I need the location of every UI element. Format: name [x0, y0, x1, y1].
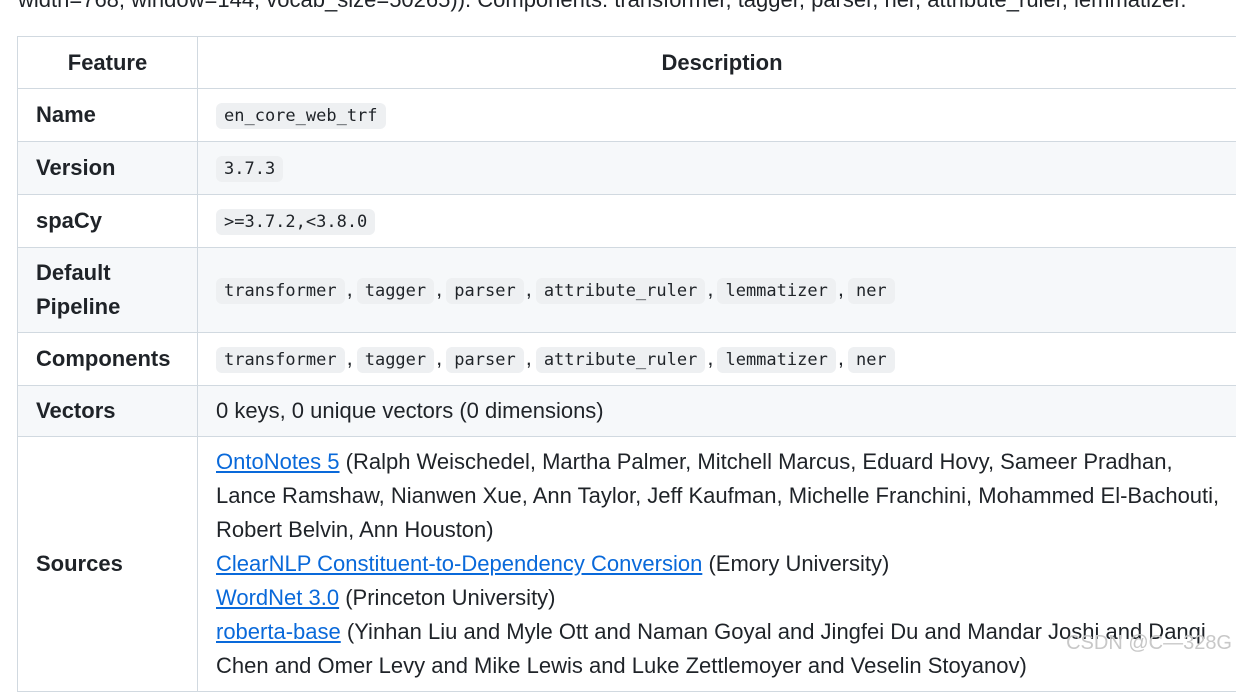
table-row-default-pipeline: Default Pipeline transformer,tagger,pars… — [18, 248, 1236, 333]
separator: , — [838, 345, 844, 370]
table-row-vectors: Vectors 0 keys, 0 unique vectors (0 dime… — [18, 386, 1236, 437]
separator: , — [707, 345, 713, 370]
header-description: Description — [198, 37, 1236, 89]
code-value: >=3.7.2,<3.8.0 — [216, 209, 375, 235]
pipeline-item: lemmatizer — [717, 278, 835, 304]
pipeline-item: ner — [848, 278, 895, 304]
source-detail: (Emory University) — [708, 551, 889, 576]
separator: , — [707, 276, 713, 301]
table-row-spacy: spaCy >=3.7.2,<3.8.0 — [18, 195, 1236, 248]
table-row-sources: Sources OntoNotes 5 (Ralph Weischedel, M… — [18, 437, 1236, 692]
source-link-wordnet[interactable]: WordNet 3.0 — [216, 585, 339, 610]
separator: , — [838, 276, 844, 301]
feature-value: transformer,tagger,parser,attribute_rule… — [198, 333, 1236, 386]
source-detail-line: Lance Ramshaw, Nianwen Xue, Ann Taylor, … — [216, 479, 1228, 513]
source-link-clearnlp[interactable]: ClearNLP Constituent-to-Dependency Conve… — [216, 551, 702, 576]
feature-value: >=3.7.2,<3.8.0 — [198, 195, 1236, 248]
separator: , — [526, 276, 532, 301]
feature-label: spaCy — [18, 195, 198, 248]
code-value: en_core_web_trf — [216, 103, 386, 129]
source-entry: ClearNLP Constituent-to-Dependency Conve… — [216, 547, 1228, 581]
component-item: parser — [446, 347, 523, 373]
table-row-version: Version 3.7.3 — [18, 142, 1236, 195]
pipeline-item: parser — [446, 278, 523, 304]
source-detail: (Princeton University) — [345, 585, 555, 610]
pipeline-item: attribute_ruler — [536, 278, 706, 304]
feature-label: Name — [18, 89, 198, 142]
table-row-components: Components transformer,tagger,parser,att… — [18, 333, 1236, 386]
feature-value: en_core_web_trf — [198, 89, 1236, 142]
source-link-ontonotes[interactable]: OntoNotes 5 — [216, 449, 340, 474]
feature-label: Version — [18, 142, 198, 195]
table-header-row: Feature Description — [18, 37, 1236, 89]
source-entry: WordNet 3.0 (Princeton University) — [216, 581, 1228, 615]
feature-label: Components — [18, 333, 198, 386]
source-link-roberta[interactable]: roberta-base — [216, 619, 341, 644]
table-row-name: Name en_core_web_trf — [18, 89, 1236, 142]
preceding-paragraph-text: width=768, window=144, vocab_size=50265)… — [18, 0, 1186, 13]
pipeline-item: tagger — [357, 278, 434, 304]
feature-label: Vectors — [18, 386, 198, 437]
source-detail-line: Robert Belvin, Ann Houston) — [216, 513, 1228, 547]
code-value: 3.7.3 — [216, 156, 283, 182]
feature-value: 3.7.3 — [198, 142, 1236, 195]
source-detail: (Ralph Weischedel, Martha Palmer, Mitche… — [346, 449, 1173, 474]
component-item: tagger — [357, 347, 434, 373]
feature-value: 0 keys, 0 unique vectors (0 dimensions) — [198, 386, 1236, 437]
feature-value: transformer,tagger,parser,attribute_rule… — [198, 248, 1236, 333]
model-feature-table: Feature Description Name en_core_web_trf… — [17, 36, 1236, 692]
separator: , — [526, 345, 532, 370]
component-item: transformer — [216, 347, 345, 373]
source-entry: OntoNotes 5 (Ralph Weischedel, Martha Pa… — [216, 445, 1228, 479]
pipeline-item: transformer — [216, 278, 345, 304]
separator: , — [436, 345, 442, 370]
component-item: lemmatizer — [717, 347, 835, 373]
separator: , — [347, 345, 353, 370]
component-item: ner — [848, 347, 895, 373]
separator: , — [347, 276, 353, 301]
header-feature: Feature — [18, 37, 198, 89]
component-item: attribute_ruler — [536, 347, 706, 373]
separator: , — [436, 276, 442, 301]
feature-label: Sources — [18, 437, 198, 692]
feature-label: Default Pipeline — [18, 248, 198, 333]
watermark: CSDN @C—328G — [1066, 632, 1232, 655]
